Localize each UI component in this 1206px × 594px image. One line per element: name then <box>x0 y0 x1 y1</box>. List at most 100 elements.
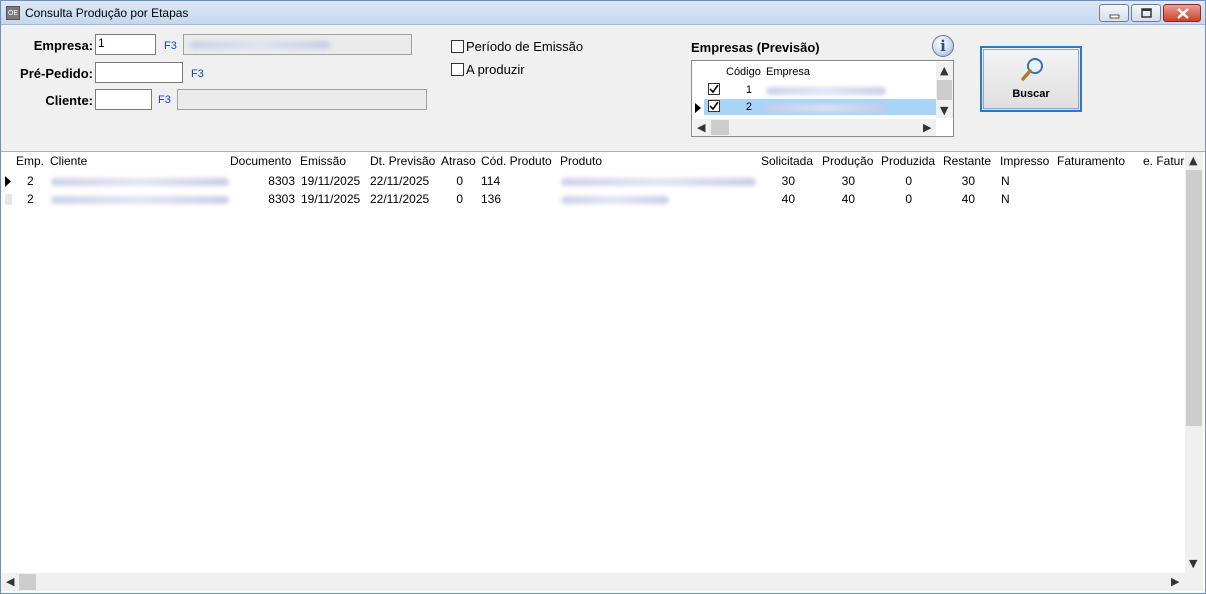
col-header-producao[interactable]: Produção <box>822 154 873 168</box>
scroll-right-icon[interactable]: ▶ <box>1171 575 1179 588</box>
empresa-label: Empresa: <box>33 38 93 53</box>
cell-producao: 30 <box>841 174 855 188</box>
cell-impresso: N <box>1001 192 1010 206</box>
grid-vertical-scrollbar[interactable]: ▲ ▼ <box>1185 152 1203 573</box>
col-header-restante[interactable]: Restante <box>943 154 991 168</box>
magnifier-icon <box>1021 58 1043 81</box>
cell-produzida: 0 <box>905 192 912 206</box>
redacted-text <box>561 178 756 186</box>
col-header-cod-produto[interactable]: Cód. Produto <box>481 154 552 168</box>
filter-panel: Empresa: 1 F3 Pré-Pedido: F3 Cliente: F3… <box>1 26 1205 152</box>
table-row[interactable]: 2 8303 19/11/2025 22/11/2025 0 114 30 30… <box>1 172 1185 190</box>
scroll-up-icon[interactable]: ▲ <box>940 64 948 77</box>
a-produzir-label[interactable]: A produzir <box>466 62 525 77</box>
minimize-button[interactable] <box>1099 4 1129 22</box>
scroll-up-icon[interactable]: ▲ <box>1189 154 1197 167</box>
empresas-grid: Código Empresa 1 2 ▲ ▼ ◀ ▶ <box>691 60 954 137</box>
title-bar[interactable]: OE Consulta Produção por Etapas <box>1 1 1205 25</box>
buscar-button[interactable]: Buscar <box>980 46 1082 112</box>
minimize-icon <box>1109 14 1120 19</box>
cliente-label: Cliente: <box>45 93 93 108</box>
redacted-text <box>561 196 669 204</box>
col-header-documento[interactable]: Documento <box>230 154 291 168</box>
empresas-horizontal-scrollbar[interactable]: ◀ ▶ <box>693 119 936 136</box>
scroll-thumb[interactable] <box>711 120 729 135</box>
cell-documento: 8303 <box>268 174 295 188</box>
cell-emp: 2 <box>27 192 34 206</box>
a-produzir-checkbox[interactable] <box>451 63 464 76</box>
close-button[interactable] <box>1163 4 1201 22</box>
scroll-right-icon[interactable]: ▶ <box>923 121 931 134</box>
empresa-row-checkbox[interactable] <box>708 100 720 112</box>
cell-atraso: 0 <box>456 192 463 206</box>
scroll-left-icon[interactable]: ◀ <box>697 121 705 134</box>
scroll-down-icon[interactable]: ▼ <box>940 104 948 117</box>
col-header-codigo[interactable]: Código <box>726 66 761 78</box>
cell-restante: 40 <box>961 192 975 206</box>
empresa-name-field <box>183 34 412 55</box>
empresa-row[interactable]: 1 <box>704 82 936 98</box>
col-header-emp[interactable]: Emp. <box>16 154 44 168</box>
cell-producao: 40 <box>841 192 855 206</box>
redacted-text <box>51 178 229 186</box>
col-header-impresso[interactable]: Impresso <box>1000 154 1049 168</box>
pre-pedido-label: Pré-Pedido: <box>20 66 93 81</box>
scrollbar-corner <box>1185 573 1203 591</box>
cliente-name-field <box>177 89 427 110</box>
results-grid: Emp. Cliente Documento Emissão Dt. Previ… <box>1 152 1205 593</box>
cell-cod-produto: 136 <box>481 192 502 206</box>
periodo-emissao-checkbox[interactable] <box>451 40 464 53</box>
row-pointer-icon <box>695 103 701 113</box>
scroll-thumb[interactable] <box>1186 170 1202 426</box>
cell-dt-previsao: 22/11/2025 <box>370 192 430 206</box>
checkmark-icon <box>709 84 719 94</box>
cell-documento: 8303 <box>268 192 295 206</box>
cell-emissao: 19/11/2025 <box>301 192 361 206</box>
col-header-faturamento[interactable]: Faturamento <box>1057 154 1125 168</box>
maximize-icon <box>1141 8 1152 18</box>
scroll-thumb[interactable] <box>937 80 952 100</box>
pre-pedido-f3-hint[interactable]: F3 <box>191 68 204 80</box>
col-header-atraso[interactable]: Atraso <box>441 154 476 168</box>
scroll-thumb[interactable] <box>19 574 36 590</box>
periodo-emissao-label[interactable]: Período de Emissão <box>466 39 583 54</box>
empresa-row-selected[interactable]: 2 <box>704 99 936 115</box>
empresas-vertical-scrollbar[interactable]: ▲ ▼ <box>936 62 953 118</box>
cell-cod-produto: 114 <box>481 174 501 188</box>
col-header-solicitada[interactable]: Solicitada <box>761 154 813 168</box>
empresa-input[interactable]: 1 <box>95 34 156 55</box>
buscar-label: Buscar <box>1012 88 1050 100</box>
cell-atraso: 0 <box>456 174 463 188</box>
redacted-text <box>51 196 229 204</box>
empresa-row-checkbox[interactable] <box>708 83 720 95</box>
redacted-text <box>766 87 886 95</box>
cell-emissao: 19/11/2025 <box>301 174 361 188</box>
col-header-dt-previsao[interactable]: Dt. Previsão <box>370 154 435 168</box>
scroll-down-icon[interactable]: ▼ <box>1189 557 1197 570</box>
cliente-input[interactable] <box>95 89 152 110</box>
cliente-f3-hint[interactable]: F3 <box>158 94 171 106</box>
maximize-button[interactable] <box>1131 4 1161 22</box>
grid-horizontal-scrollbar[interactable]: ◀ ▶ <box>1 573 1185 591</box>
col-header-empresa[interactable]: Empresa <box>766 66 810 78</box>
cell-solicitada: 40 <box>781 192 795 206</box>
cell-solicitada: 30 <box>781 174 795 188</box>
row-indicator <box>5 194 12 205</box>
close-icon <box>1177 8 1189 19</box>
cell-dt-previsao: 22/11/2025 <box>370 174 430 188</box>
window-title: Consulta Produção por Etapas <box>25 6 189 20</box>
empresa-f3-hint[interactable]: F3 <box>164 40 177 52</box>
app-icon: OE <box>6 6 20 20</box>
scroll-left-icon[interactable]: ◀ <box>6 575 14 588</box>
col-header-cliente[interactable]: Cliente <box>50 154 87 168</box>
col-header-emissao[interactable]: Emissão <box>300 154 346 168</box>
col-header-e-fatur[interactable]: e. Fatur <box>1143 154 1185 168</box>
cell-produzida: 0 <box>905 174 912 188</box>
checkmark-icon <box>709 101 719 111</box>
info-icon[interactable]: i <box>932 35 954 57</box>
redacted-text <box>190 41 330 49</box>
pre-pedido-input[interactable] <box>95 62 183 83</box>
col-header-produto[interactable]: Produto <box>560 154 602 168</box>
col-header-produzida[interactable]: Produzida <box>881 154 935 168</box>
table-row[interactable]: 2 8303 19/11/2025 22/11/2025 0 136 40 40… <box>1 190 1185 208</box>
